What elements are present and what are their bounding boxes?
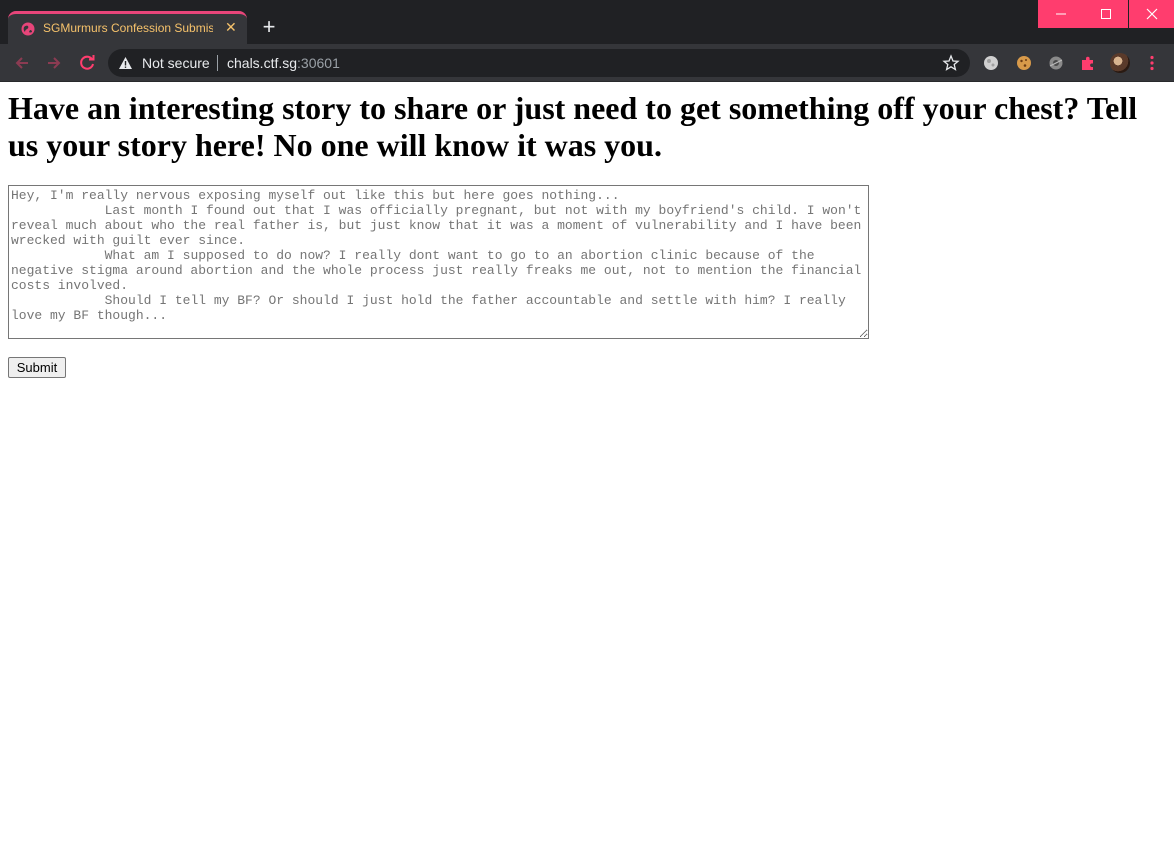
warning-icon[interactable] (118, 56, 133, 70)
moon-icon[interactable] (982, 54, 1000, 72)
profile-avatar[interactable] (1110, 53, 1130, 73)
new-tab-button[interactable]: + (258, 16, 280, 39)
omnibox-divider (217, 55, 218, 71)
browser-titlebar: SGMurmurs Confession Submission ✕ + (0, 0, 1174, 44)
page-heading: Have an interesting story to share or ju… (8, 90, 1138, 163)
maximize-icon (1100, 9, 1111, 19)
tab-title: SGMurmurs Confession Submission (43, 21, 213, 35)
close-window-button[interactable] (1129, 0, 1174, 28)
cookie-icon[interactable] (1015, 54, 1033, 72)
puzzle-icon[interactable] (1079, 54, 1097, 72)
forward-arrow-icon[interactable] (43, 52, 65, 74)
url-text[interactable]: chals.ctf.sg:30601 (227, 55, 340, 71)
gear-brain-icon[interactable] (1047, 54, 1065, 72)
browser-toolbar: Not secure chals.ctf.sg:30601 (0, 44, 1174, 82)
back-arrow-icon[interactable] (11, 52, 33, 74)
minimize-icon (1055, 13, 1066, 15)
url-host: chals.ctf.sg (227, 55, 298, 71)
url-port: :30601 (297, 55, 340, 71)
minimize-button[interactable] (1038, 0, 1083, 28)
security-label[interactable]: Not secure (142, 55, 210, 71)
globe-icon (21, 22, 35, 36)
browser-tab[interactable]: SGMurmurs Confession Submission ✕ (8, 11, 247, 44)
tab-close-icon[interactable]: ✕ (225, 19, 237, 35)
story-textarea[interactable] (8, 185, 869, 339)
reload-icon[interactable] (76, 52, 98, 74)
close-icon (1146, 8, 1157, 20)
submit-button[interactable]: Submit (8, 357, 66, 378)
menu-kebab-icon[interactable] (1145, 54, 1159, 72)
address-bar[interactable]: Not secure chals.ctf.sg:30601 (108, 49, 970, 77)
maximize-button[interactable] (1083, 0, 1128, 28)
page-content: Have an interesting story to share or ju… (0, 82, 1174, 861)
bookmark-star-icon[interactable] (942, 54, 960, 72)
